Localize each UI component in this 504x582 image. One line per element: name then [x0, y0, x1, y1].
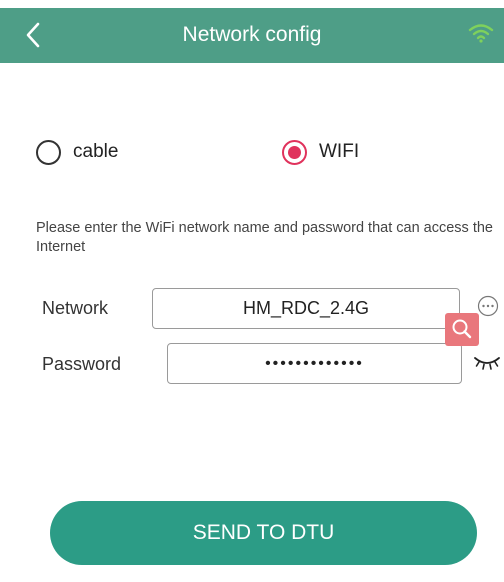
- radio-cable-circle[interactable]: [36, 139, 61, 165]
- network-label: Network: [42, 298, 109, 318]
- eye-closed-icon: [474, 357, 500, 370]
- wifi-icon: [468, 22, 494, 44]
- radio-cable-label: cable: [73, 141, 119, 162]
- toggle-password-button[interactable]: [472, 352, 502, 372]
- radio-wifi-label: WIFI: [319, 141, 360, 162]
- network-config-screen: Network config cable WIFI Please enter t…: [0, 0, 504, 582]
- search-button[interactable]: [445, 313, 479, 346]
- page-title: Network config: [182, 23, 322, 46]
- more-icon: [477, 295, 499, 317]
- radio-cable[interactable]: cable: [36, 137, 118, 167]
- password-label: Password: [42, 354, 122, 374]
- network-input[interactable]: HM_RDC_2.4G: [152, 288, 460, 329]
- more-button[interactable]: [477, 295, 499, 317]
- send-to-dtu-button[interactable]: SEND TO DTU: [50, 501, 477, 565]
- header-bar: Network config: [0, 8, 504, 63]
- radio-selected-dot: [288, 145, 301, 159]
- instructions-text: Please enter the WiFi network name and p…: [36, 220, 493, 255]
- radio-wifi[interactable]: WIFI: [282, 137, 359, 167]
- radio-wifi-circle[interactable]: [282, 139, 307, 165]
- search-icon: [452, 319, 472, 339]
- password-input[interactable]: •••••••••••••: [167, 343, 462, 384]
